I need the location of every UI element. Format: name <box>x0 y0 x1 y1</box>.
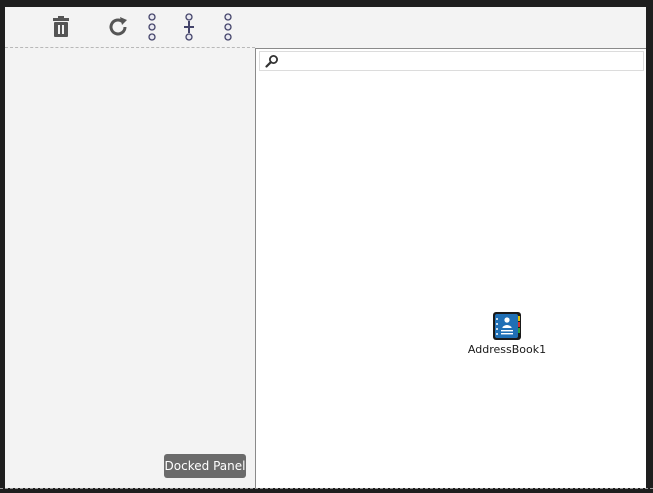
refresh-button[interactable] <box>104 13 132 41</box>
address-book-icon <box>493 312 521 340</box>
window-frame: Docked Panel AddressBook1 <box>5 7 646 488</box>
column-layout-button[interactable] <box>144 13 160 41</box>
search-input[interactable] <box>282 53 637 69</box>
trash-icon <box>53 16 69 37</box>
more-options-button[interactable] <box>220 13 236 41</box>
toolbar <box>5 7 646 47</box>
search-icon <box>265 55 278 68</box>
search-bar <box>259 51 644 71</box>
plus-dots-icon <box>184 13 194 41</box>
address-book-item[interactable]: AddressBook1 <box>462 311 552 356</box>
vertical-dots-icon <box>148 13 156 41</box>
address-book-label: AddressBook1 <box>467 343 547 356</box>
refresh-icon <box>109 17 127 36</box>
content-panel: AddressBook1 <box>255 48 646 488</box>
bottom-divider <box>0 488 653 489</box>
add-item-button[interactable] <box>181 13 197 41</box>
vertical-dots-icon <box>224 13 232 41</box>
docked-panel: Docked Panel <box>5 48 253 488</box>
docked-panel-button[interactable]: Docked Panel <box>164 454 246 478</box>
app-window: Docked Panel AddressBook1 <box>0 0 653 493</box>
delete-button[interactable] <box>49 13 73 41</box>
